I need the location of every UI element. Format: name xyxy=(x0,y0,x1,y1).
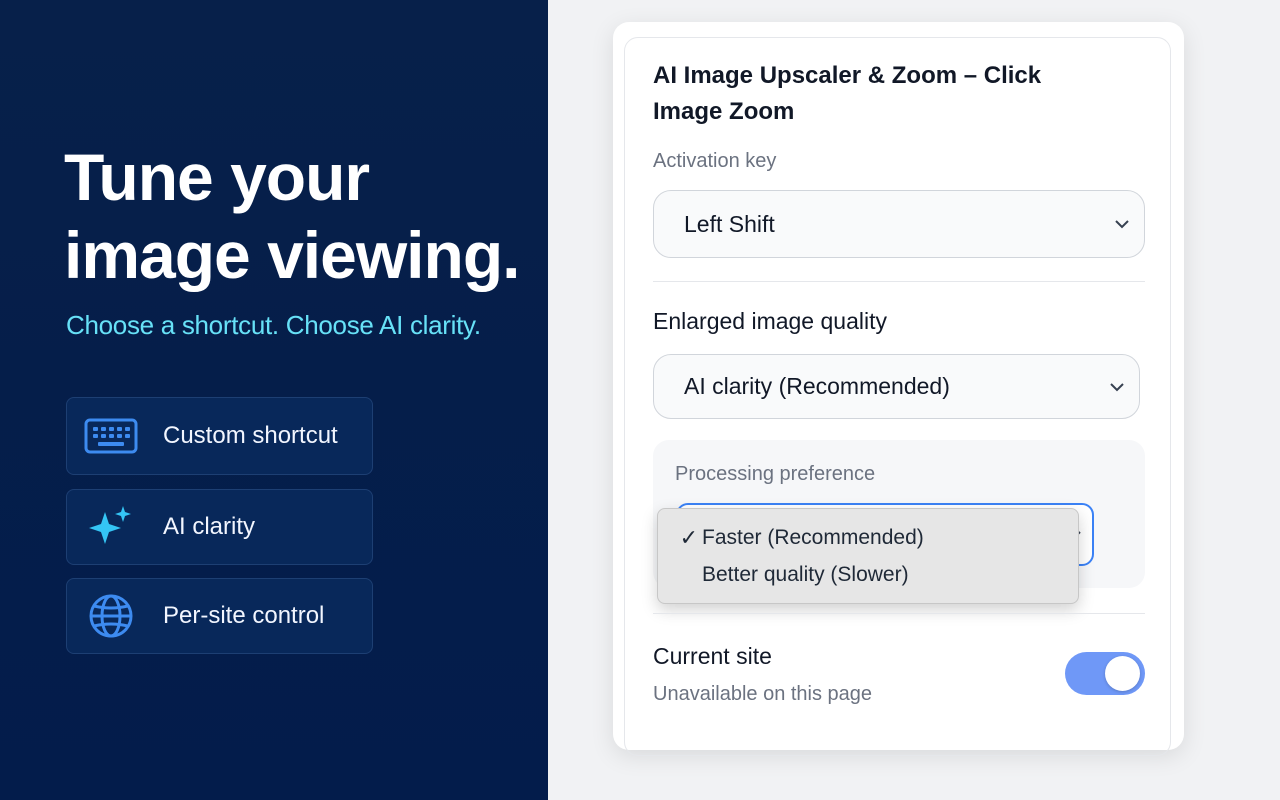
keyboard-icon xyxy=(83,416,139,456)
promo-panel: Tune your image viewing. Choose a shortc… xyxy=(0,0,548,800)
headline-line-1: Tune your xyxy=(64,140,370,214)
headline: Tune your image viewing. xyxy=(64,138,520,294)
checkmark-icon: ✓ xyxy=(679,525,698,550)
chevron-down-icon xyxy=(1107,377,1127,397)
processing-label: Processing preference xyxy=(675,463,876,485)
subheadline: Choose a shortcut. Choose AI clarity. xyxy=(66,310,481,340)
feature-ai-clarity: AI clarity xyxy=(66,489,373,565)
feature-custom-shortcut: Custom shortcut xyxy=(66,397,373,475)
globe-icon xyxy=(83,594,139,638)
quality-select[interactable]: AI clarity (Recommended) xyxy=(653,354,1140,419)
current-site-toggle[interactable] xyxy=(1065,652,1145,695)
activation-key-value: Left Shift xyxy=(684,210,775,237)
current-site-status: Unavailable on this page xyxy=(653,683,873,705)
feature-label: Custom shortcut xyxy=(163,422,338,449)
activation-key-label: Activation key xyxy=(653,150,777,172)
processing-dropdown-menu: ✓ Faster (Recommended) Better quality (S… xyxy=(657,508,1079,604)
option-label: Better quality (Slower) xyxy=(702,563,909,586)
feature-label: Per-site control xyxy=(163,602,325,629)
feature-per-site-control: Per-site control xyxy=(66,578,373,654)
option-label: Faster (Recommended) xyxy=(702,526,924,549)
current-site-label: Current site xyxy=(653,643,772,669)
quality-label: Enlarged image quality xyxy=(653,308,887,334)
activation-key-select[interactable]: Left Shift xyxy=(653,190,1145,258)
feature-label: AI clarity xyxy=(163,513,256,540)
extension-title: AI Image Upscaler & Zoom – Click Image Z… xyxy=(653,62,1042,125)
toggle-knob xyxy=(1105,656,1140,691)
quality-value: AI clarity (Recommended) xyxy=(684,373,950,399)
headline-line-2: image viewing. xyxy=(64,218,520,292)
dropdown-option-better-quality[interactable]: Better quality (Slower) xyxy=(658,557,1078,593)
section-divider xyxy=(653,281,1145,282)
section-divider xyxy=(653,613,1145,614)
chevron-down-icon xyxy=(1112,214,1132,234)
dropdown-option-faster[interactable]: ✓ Faster (Recommended) xyxy=(658,520,1078,556)
sparkles-icon xyxy=(83,506,139,547)
